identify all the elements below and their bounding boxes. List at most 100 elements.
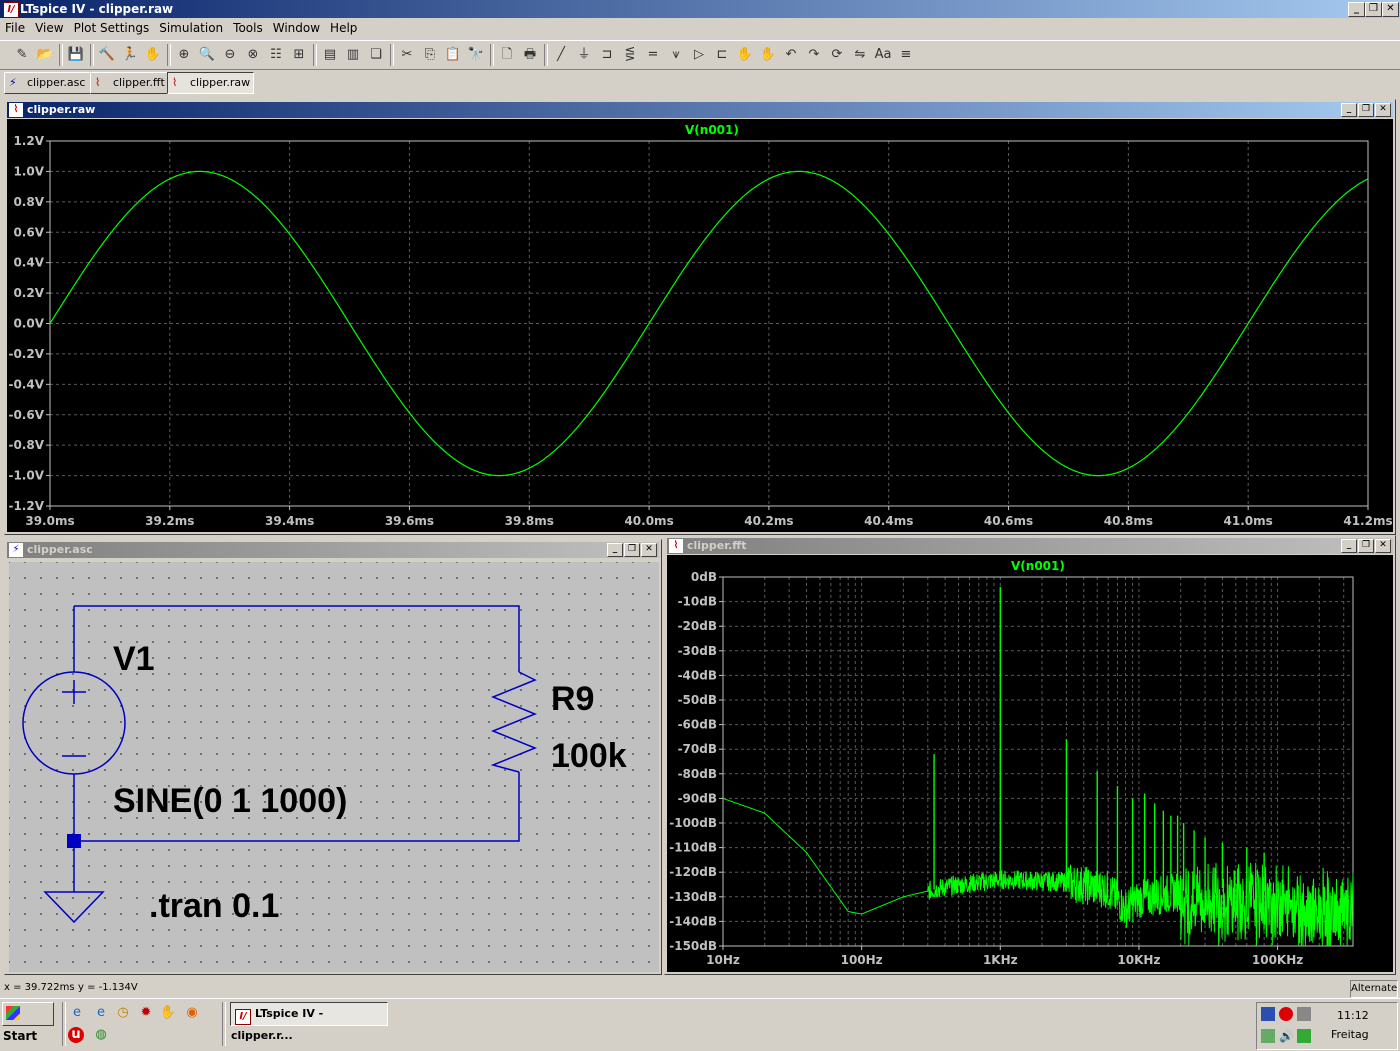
network-icon[interactable] — [1261, 1007, 1275, 1021]
label-icon[interactable]: ⊐ — [597, 45, 617, 65]
y-tick-label: -0.4V — [8, 377, 44, 391]
inductor-icon[interactable]: ⩛ — [666, 45, 686, 65]
zoom-fit-icon[interactable]: ⊗ — [243, 45, 263, 65]
cut-icon[interactable]: ✂ — [397, 45, 417, 65]
restore-button[interactable]: ❐ — [624, 543, 640, 557]
clock-time[interactable]: 11:12 — [1337, 1009, 1369, 1022]
start-button[interactable]: Start — [2, 1002, 54, 1043]
tab-clipper-asc[interactable]: ⚡ clipper.asc — [4, 72, 93, 94]
cascade-icon[interactable]: ❏ — [366, 45, 386, 65]
app-title-bar[interactable]: I/ LTspice IV - clipper.raw _ ❐ ✕ — [0, 0, 1400, 18]
minimize-button[interactable]: _ — [1341, 539, 1357, 553]
drag-icon[interactable]: ✋ — [758, 45, 778, 65]
fft-window-caption[interactable]: ⌇ clipper.fft _ ❐ ✕ — [667, 538, 1393, 554]
component-icon[interactable]: ⊏ — [712, 45, 732, 65]
y-tick-label: 0.6V — [13, 225, 44, 239]
zoom-in-icon[interactable]: ⊕ — [174, 45, 194, 65]
rotate-icon[interactable]: ⟳ — [827, 45, 847, 65]
tray-app-icon[interactable] — [1261, 1029, 1275, 1043]
print-icon[interactable]: 🖶 — [520, 45, 540, 65]
raw-window-caption[interactable]: ⌇ clipper.raw _ ❐ ✕ — [7, 102, 1393, 118]
raw-chart[interactable]: 39.0ms 39.2ms 39.4ms 39.6ms 39.8ms 40.0ms 40.2… — [7, 119, 1393, 532]
y-tick-label: -1.0V — [8, 469, 44, 483]
diode-icon[interactable]: ▷ — [689, 45, 709, 65]
control-panel-icon[interactable]: 🔨 — [97, 45, 117, 65]
ground-icon[interactable]: ⏚ — [574, 45, 594, 65]
ltspice-logo-icon[interactable]: I/ — [3, 2, 19, 18]
schematic-canvas[interactable]: V1 SINE(0 1 1000) R9 100k .tran 0.1 — [9, 562, 659, 972]
menu-simulation[interactable]: Simulation — [154, 18, 228, 38]
volume-icon[interactable]: 🔊 — [1279, 1029, 1294, 1043]
find-icon[interactable]: 🔭 — [466, 45, 486, 65]
uninstall-icon[interactable]: u — [68, 1027, 84, 1043]
resistor-icon[interactable]: ⋚ — [620, 45, 640, 65]
trace-v-n001[interactable] — [49, 170, 1369, 477]
mirror-icon[interactable]: ⇋ — [850, 45, 870, 65]
close-button[interactable]: ✕ — [641, 543, 657, 557]
tray-app-icon[interactable] — [1297, 1007, 1311, 1021]
new-schematic-icon[interactable]: ✎ — [12, 45, 32, 65]
close-button[interactable]: ✕ — [1375, 539, 1391, 553]
zoom-area-icon[interactable]: 🔍 — [197, 45, 217, 65]
source-name-label[interactable]: V1 — [113, 640, 155, 679]
menu-plot-settings[interactable]: Plot Settings — [69, 18, 155, 38]
autorange-icon[interactable]: ☷ — [266, 45, 286, 65]
restore-button[interactable]: ❐ — [1358, 103, 1374, 117]
spice-directive[interactable]: .tran 0.1 — [149, 887, 279, 926]
print-preview-icon[interactable]: 🗋 — [497, 45, 517, 65]
hand-icon[interactable]: ✋ — [159, 1004, 177, 1022]
menu-tools[interactable]: Tools — [228, 18, 268, 38]
capacitor-icon[interactable]: = — [643, 45, 663, 65]
explorer-icon[interactable]: e — [92, 1004, 110, 1022]
menu-file[interactable]: File — [0, 18, 30, 38]
copy-icon[interactable]: ⎘ — [420, 45, 440, 65]
run-icon[interactable]: 🏃 — [120, 45, 140, 65]
resistor-value-label[interactable]: 100k — [551, 737, 627, 776]
minimize-button[interactable]: _ — [1341, 103, 1357, 117]
minimize-button[interactable]: _ — [607, 543, 623, 557]
redo-icon[interactable]: ↷ — [804, 45, 824, 65]
tab-clipper-fft[interactable]: ⌇ clipper.fft — [90, 72, 169, 94]
x-tick-label: 40.8ms — [1104, 514, 1153, 528]
move-icon[interactable]: ✋ — [735, 45, 755, 65]
add-trace-icon[interactable]: ⊞ — [289, 45, 309, 65]
zoom-out-icon[interactable]: ⊖ — [220, 45, 240, 65]
tab-clipper-raw[interactable]: ⌇ clipper.raw — [167, 72, 254, 94]
antivirus-icon[interactable] — [1279, 1007, 1293, 1021]
fft-plot-area[interactable]: V(n001) 10Hz 100Hz 1KHz 10KHz 100KHz 0dB -10dB… — [667, 555, 1393, 972]
close-button[interactable]: ✕ — [1375, 103, 1391, 117]
x-tick-label: 40.2ms — [744, 514, 793, 528]
minimize-button[interactable]: _ — [1348, 2, 1365, 17]
paste-icon[interactable]: 📋 — [443, 45, 463, 65]
spice-directive-icon[interactable]: ≡ — [896, 45, 916, 65]
chrome-icon[interactable]: ◍ — [92, 1026, 110, 1044]
raw-plot-area[interactable]: V(n001) 39.0ms 39.2ms 39.4ms 39.6ms 39.8ms 40… — [7, 119, 1393, 532]
restore-button[interactable]: ❐ — [1365, 2, 1382, 17]
taskbar-app-button[interactable]: I/LTspice IV - clipper.r... — [230, 1002, 388, 1042]
open-icon[interactable]: 📂 — [35, 45, 55, 65]
tile-vertical-icon[interactable]: ▥ — [343, 45, 363, 65]
resistor-symbol — [490, 671, 537, 773]
firefox-icon[interactable]: ◉ — [183, 1004, 201, 1022]
save-icon[interactable]: 💾 — [66, 45, 86, 65]
schematic-window-caption[interactable]: ⚡ clipper.asc _ ❐ ✕ — [7, 542, 659, 558]
gear-icon[interactable]: ✹ — [137, 1004, 155, 1022]
wire-icon[interactable]: ╱ — [551, 45, 571, 65]
restore-button[interactable]: ❐ — [1358, 539, 1374, 553]
ie-icon[interactable]: e — [68, 1004, 86, 1022]
y-tick-label: 0.8V — [13, 195, 44, 209]
halt-icon[interactable]: ✋ — [143, 45, 163, 65]
text-icon[interactable]: Aa — [873, 45, 893, 65]
y-tick-label: 0.4V — [13, 256, 44, 270]
resistor-name-label[interactable]: R9 — [551, 680, 594, 719]
menu-help[interactable]: Help — [325, 18, 362, 38]
nvidia-icon[interactable] — [1297, 1029, 1311, 1043]
menu-view[interactable]: View — [30, 18, 68, 38]
menu-window[interactable]: Window — [268, 18, 325, 38]
close-button[interactable]: ✕ — [1382, 2, 1399, 17]
tile-horizontal-icon[interactable]: ▤ — [320, 45, 340, 65]
source-value-label[interactable]: SINE(0 1 1000) — [113, 782, 347, 821]
fft-chart[interactable]: 10Hz 100Hz 1KHz 10KHz 100KHz 0dB -10dB -20dB -30… — [667, 555, 1393, 972]
clock-icon[interactable]: ◷ — [114, 1004, 132, 1022]
undo-icon[interactable]: ↶ — [781, 45, 801, 65]
